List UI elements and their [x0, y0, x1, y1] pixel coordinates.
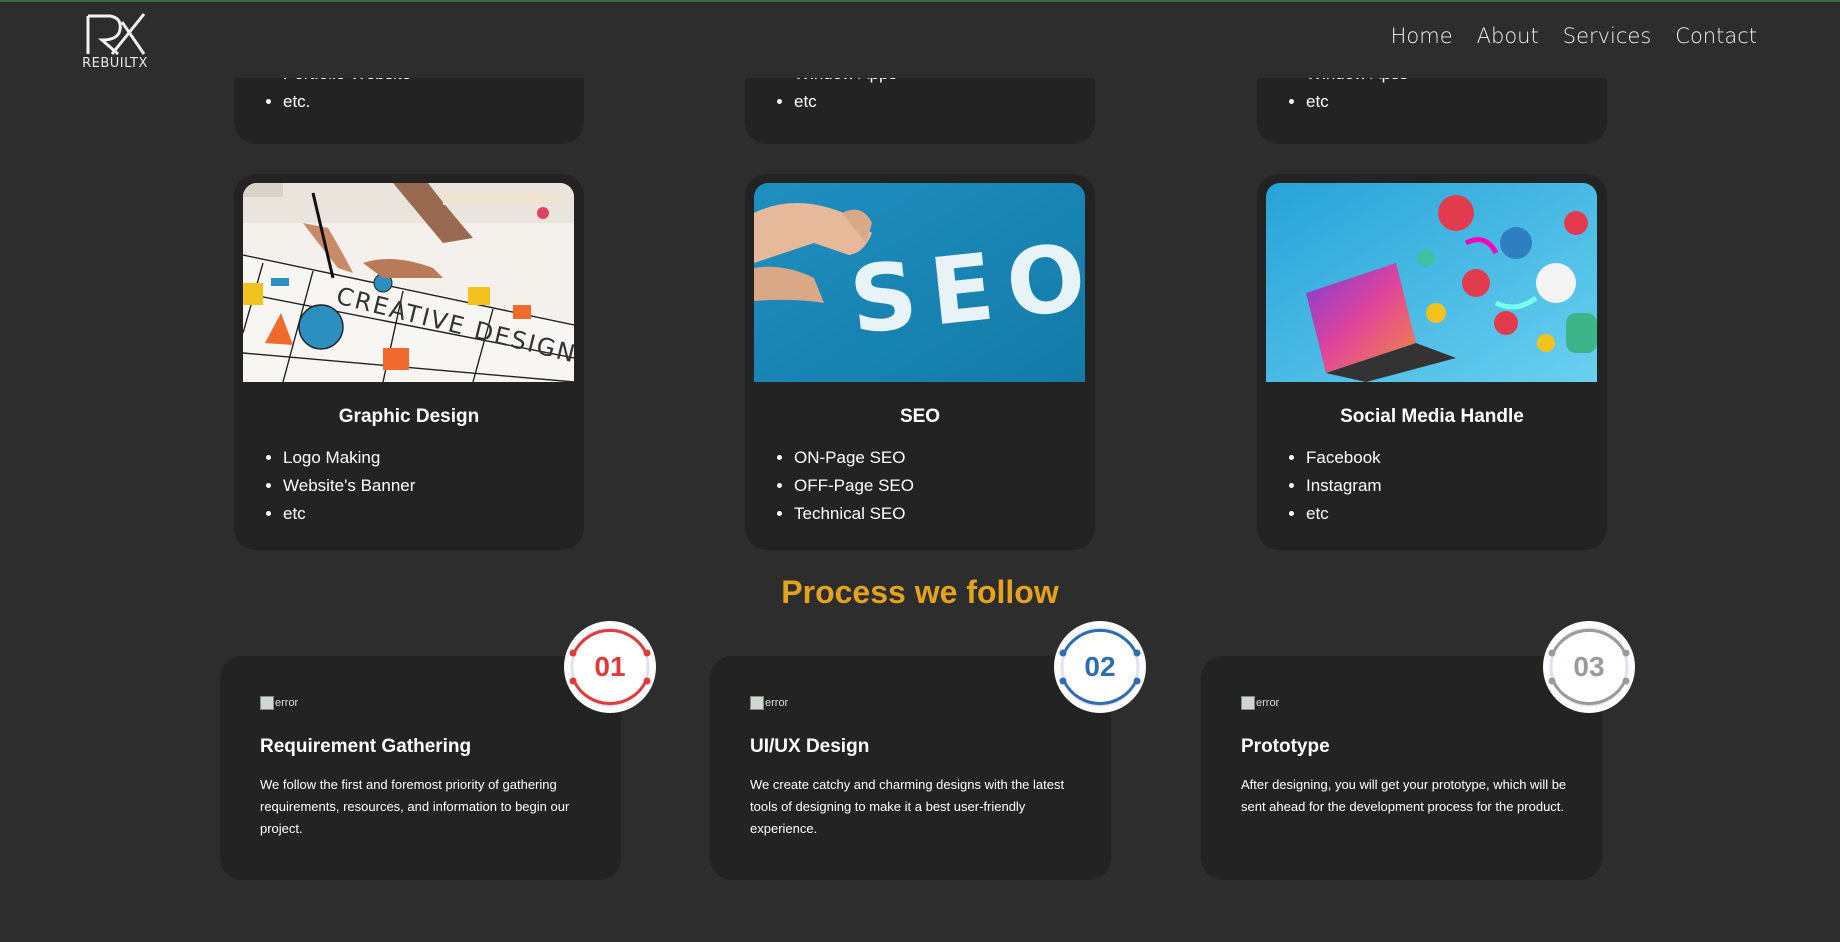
creative-design-image: CREATIVE DESIGN: [243, 183, 574, 382]
broken-image-icon: [750, 696, 764, 710]
image-alt-text: error: [275, 697, 299, 709]
step-badge-03: 03: [1539, 617, 1639, 717]
step-number: 03: [1573, 651, 1605, 682]
list-item: etc.: [283, 88, 411, 116]
card-title: Social Media Handle: [1340, 406, 1524, 427]
service-card-graphic-design: CREATIVE DESIGN Graphic Design Logo Maki…: [234, 174, 584, 550]
page: Portfolio Website etc. Window Apps etc W…: [0, 0, 1840, 942]
step-badge-02: 02: [1050, 617, 1150, 717]
main-nav: Home About Services Contact: [1391, 24, 1757, 48]
list-item: ON-Page SEO: [794, 444, 914, 472]
step-badge-01: 01: [560, 617, 660, 717]
process-description: We create catchy and charming designs wi…: [750, 777, 1065, 836]
service-list: Facebook Instagram etc: [1257, 444, 1382, 528]
list-item: Instagram: [1306, 472, 1382, 500]
social-media-image: [1266, 183, 1597, 382]
broken-image-icon: [1241, 696, 1255, 710]
card-title: SEO: [899, 406, 941, 427]
broken-image: error: [260, 696, 298, 710]
card-title: Graphic Design: [338, 406, 480, 427]
step-number: 02: [1084, 651, 1116, 682]
site-header: REBUILTX Home About Services Contact: [0, 0, 1840, 78]
top-accent-line: [0, 0, 1840, 2]
process-title: UI/UX Design: [750, 736, 870, 757]
nav-contact-link[interactable]: Contact: [1675, 24, 1757, 48]
list-item: Website's Banner: [283, 472, 415, 500]
list-item: Logo Making: [283, 444, 415, 472]
broken-image-icon: [260, 696, 274, 710]
seo-image: SEO: [754, 183, 1085, 382]
list-item: OFF-Page SEO: [794, 472, 914, 500]
logo-text: REBUILTX: [82, 56, 148, 71]
broken-image: error: [1241, 696, 1279, 710]
list-item: etc: [794, 88, 897, 116]
step-number: 01: [594, 651, 626, 682]
section-title: Process we follow: [781, 574, 1059, 610]
list-item: etc: [1306, 500, 1382, 528]
process-description: We follow the first and foremost priorit…: [260, 777, 570, 836]
service-list: ON-Page SEO OFF-Page SEO Technical SEO: [745, 444, 914, 528]
service-card-social-media: Social Media Handle Facebook Instagram e…: [1257, 174, 1607, 550]
image-alt-text: error: [765, 697, 789, 709]
logo-mark-icon: [86, 13, 146, 56]
list-item: etc: [1306, 88, 1408, 116]
process-title: Requirement Gathering: [260, 736, 472, 757]
process-title: Prototype: [1241, 736, 1330, 757]
broken-image: error: [750, 696, 788, 710]
nav-services-link[interactable]: Services: [1563, 24, 1652, 48]
process-description: After designing, you will get your proto…: [1241, 777, 1567, 814]
nav-home-link[interactable]: Home: [1391, 24, 1453, 48]
nav-about-link[interactable]: About: [1477, 24, 1539, 48]
list-item: etc: [283, 500, 415, 528]
service-card-seo: SEO SEO ON-Page SEO OFF-Page SEO Technic…: [745, 174, 1095, 550]
image-alt-text: error: [1256, 697, 1280, 709]
list-item: Technical SEO: [794, 500, 914, 528]
logo[interactable]: REBUILTX: [82, 10, 148, 72]
service-list: Logo Making Website's Banner etc: [234, 444, 415, 528]
list-item: Facebook: [1306, 444, 1382, 472]
